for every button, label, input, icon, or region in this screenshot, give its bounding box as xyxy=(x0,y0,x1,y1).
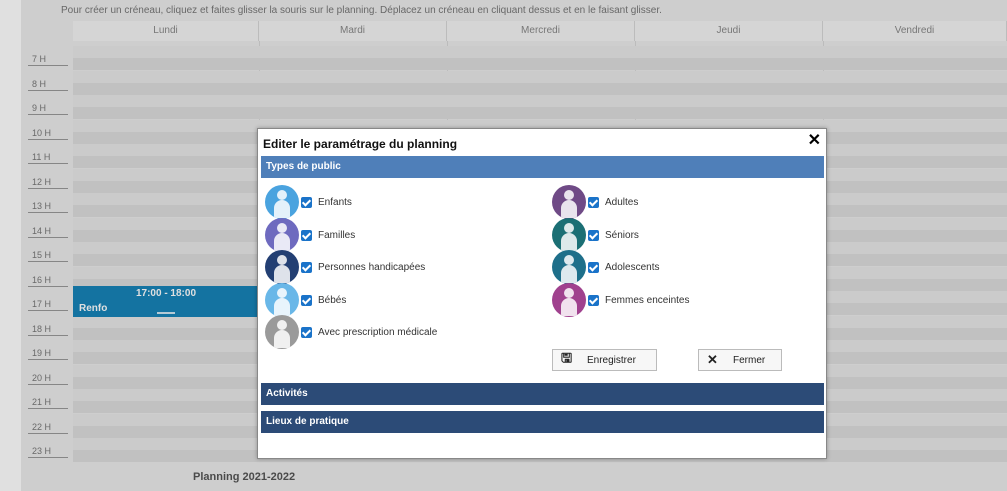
save-icon: 🖫 xyxy=(561,350,573,365)
public-type-label: Adultes xyxy=(605,196,639,208)
public-type-item: Adultes xyxy=(552,185,639,219)
avatar-head xyxy=(277,190,287,200)
public-type-label: Avec prescription médicale xyxy=(318,326,438,338)
public-type-checkbox[interactable] xyxy=(588,196,599,208)
public-type-checkbox[interactable] xyxy=(588,294,599,306)
save-button-label: Enregistrer xyxy=(587,354,636,366)
avatar-body xyxy=(561,233,577,251)
avatar-head xyxy=(277,320,287,330)
public-type-checkbox[interactable] xyxy=(301,229,312,241)
public-type-item: Enfants xyxy=(265,185,352,219)
public-type-item: Adolescents xyxy=(552,250,660,284)
avatar-head xyxy=(277,223,287,233)
avatar-head xyxy=(277,255,287,265)
public-type-label: Femmes enceintes xyxy=(605,294,690,306)
doctor-icon xyxy=(265,315,299,349)
public-type-checkbox[interactable] xyxy=(301,196,312,208)
public-type-item: Bébés xyxy=(265,283,347,317)
public-type-label: Bébés xyxy=(318,294,347,306)
save-button[interactable]: 🖫 Enregistrer xyxy=(552,349,657,371)
avatar-head xyxy=(564,190,574,200)
avatar-head xyxy=(564,288,574,298)
public-type-checkbox[interactable] xyxy=(301,326,312,338)
public-type-label: Enfants xyxy=(318,196,352,208)
family-icon xyxy=(265,218,299,252)
section-lieux-de-pratique[interactable]: Lieux de pratique xyxy=(261,411,824,433)
public-type-item: Personnes handicapées xyxy=(265,250,426,284)
avatar-body xyxy=(561,298,577,316)
public-type-item: Avec prescription médicale xyxy=(265,315,438,349)
avatar-body xyxy=(274,200,290,218)
public-type-item: Femmes enceintes xyxy=(552,283,690,317)
senior-icon xyxy=(552,218,586,252)
public-type-item: Séniors xyxy=(552,218,639,252)
public-type-checkbox[interactable] xyxy=(301,294,312,306)
close-icon[interactable]: ✕ xyxy=(808,132,821,150)
avatar-body xyxy=(561,265,577,283)
adult-icon xyxy=(552,185,586,219)
modal-title: Editer le paramétrage du planning xyxy=(263,137,458,151)
close-button-label: Fermer xyxy=(733,354,766,366)
section-types-de-public[interactable]: Types de public xyxy=(261,156,824,178)
pregnant-icon xyxy=(552,283,586,317)
public-type-label: Adolescents xyxy=(605,261,660,273)
public-type-checkbox[interactable] xyxy=(588,229,599,241)
planning-settings-modal: Editer le paramétrage du planning ✕ Type… xyxy=(257,128,827,459)
public-type-checkbox[interactable] xyxy=(301,261,312,273)
public-type-item: Familles xyxy=(265,218,356,252)
avatar-head xyxy=(564,223,574,233)
avatar-body xyxy=(274,233,290,251)
avatar-body xyxy=(274,298,290,316)
avatar-body xyxy=(561,200,577,218)
close-x-icon: ✕ xyxy=(707,352,718,367)
public-type-checkbox[interactable] xyxy=(588,261,599,273)
teenager-icon xyxy=(552,250,586,284)
children-icon xyxy=(265,185,299,219)
avatar-head xyxy=(277,288,287,298)
baby-icon xyxy=(265,283,299,317)
public-type-label: Séniors xyxy=(605,229,639,241)
section-activites[interactable]: Activités xyxy=(261,383,824,405)
public-type-label: Personnes handicapées xyxy=(318,261,426,273)
avatar-body xyxy=(274,330,290,348)
avatar-head xyxy=(564,255,574,265)
wheelchair-icon xyxy=(265,250,299,284)
avatar-body xyxy=(274,265,290,283)
close-button[interactable]: ✕ Fermer xyxy=(698,349,782,371)
public-type-label: Familles xyxy=(318,229,356,241)
